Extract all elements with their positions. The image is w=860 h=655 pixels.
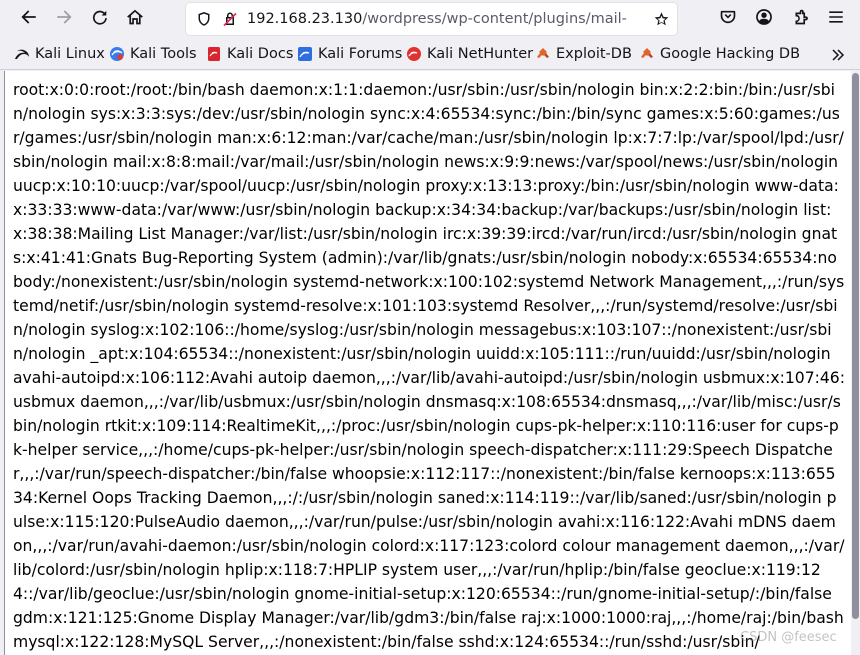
reload-icon	[91, 8, 109, 30]
kali-tools-icon	[109, 46, 125, 62]
insecure-lock-icon[interactable]	[221, 10, 239, 28]
bookmark-star-icon[interactable]	[651, 9, 671, 29]
extensions-icon	[791, 8, 809, 30]
back-button[interactable]	[14, 4, 44, 34]
pocket-icon	[719, 8, 737, 30]
kali-nethunter-icon	[406, 46, 422, 62]
url-host: 192.168.23.130	[247, 11, 363, 27]
menu-icon	[827, 8, 845, 30]
passwd-file-text: root:x:0:0:root:/root:/bin/bash daemon:x…	[13, 81, 845, 651]
google-hacking-db-icon	[639, 46, 655, 62]
arrow-right-icon	[55, 8, 73, 30]
bookmark-label: Exploit-DB	[556, 46, 632, 62]
bookmark-label: Kali Docs	[227, 46, 294, 62]
bookmark-exploit-db[interactable]: Exploit-DB	[535, 43, 632, 65]
bookmark-kali-linux[interactable]: Kali Linux	[14, 43, 105, 65]
reload-button[interactable]	[85, 4, 115, 34]
exploit-db-icon	[535, 46, 551, 62]
bookmark-label: Kali NetHunter	[427, 46, 534, 62]
bookmarks-bar: Kali Linux Kali Tools Kali Docs Kali For…	[0, 38, 860, 70]
bookmark-label: Kali Forums	[318, 46, 403, 62]
bookmark-label: Kali Tools	[130, 46, 197, 62]
bookmark-label: Google Hacking DB	[660, 46, 801, 62]
bookmarks-overflow-chevron-icon[interactable]	[830, 47, 846, 63]
arrow-left-icon	[20, 8, 38, 30]
page-content: root:x:0:0:root:/root:/bin/bash daemon:x…	[4, 71, 851, 655]
watermark-text: CSDN @feesec	[740, 630, 837, 645]
home-button[interactable]	[120, 4, 150, 34]
menu-button[interactable]	[821, 4, 851, 34]
scrollbar-thumb[interactable]	[852, 73, 859, 619]
url-bar[interactable]: 192.168.23.130/wordpress/wp-content/plug…	[186, 3, 677, 35]
pocket-button[interactable]	[713, 4, 743, 34]
kali-linux-icon	[14, 46, 30, 62]
bookmark-kali-docs[interactable]: Kali Docs	[206, 43, 293, 65]
navigation-toolbar: 192.168.23.130/wordpress/wp-content/plug…	[0, 0, 860, 38]
forward-button[interactable]	[49, 4, 79, 34]
bookmark-kali-tools[interactable]: Kali Tools	[109, 43, 197, 65]
kali-forums-icon	[297, 46, 313, 62]
bookmark-kali-forums[interactable]: Kali Forums	[297, 43, 402, 65]
home-icon	[126, 8, 144, 30]
bookmark-google-hacking-db[interactable]: Google Hacking DB	[639, 43, 800, 65]
shield-icon[interactable]	[195, 10, 213, 28]
kali-docs-icon	[206, 46, 222, 62]
account-button[interactable]	[749, 4, 779, 34]
extensions-button[interactable]	[785, 4, 815, 34]
url-text[interactable]: 192.168.23.130/wordpress/wp-content/plug…	[247, 11, 627, 27]
bookmark-kali-nethunter[interactable]: Kali NetHunter	[406, 43, 533, 65]
vertical-scrollbar[interactable]	[851, 71, 860, 655]
bookmark-label: Kali Linux	[35, 46, 105, 62]
account-icon	[755, 8, 773, 30]
url-path: /wordpress/wp-content/plugins/mail-masta…	[362, 11, 627, 27]
